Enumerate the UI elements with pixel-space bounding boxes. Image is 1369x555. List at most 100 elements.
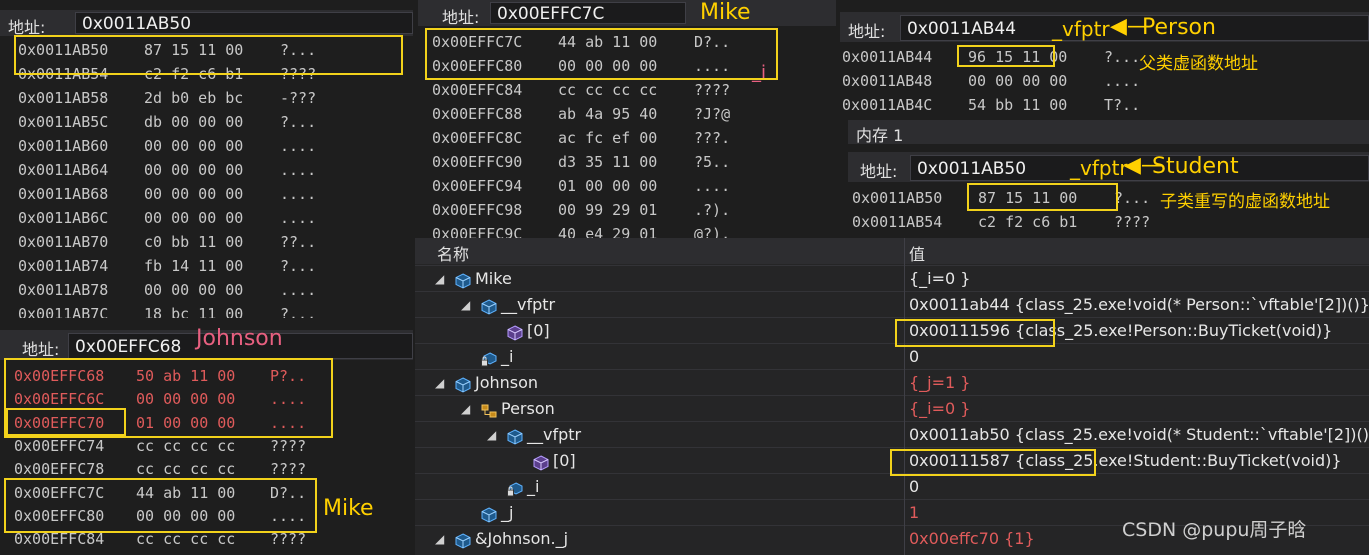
memory-ascii: @?). (694, 225, 731, 238)
memory-ascii: ?... (280, 305, 317, 318)
column-value-header[interactable]: 值 (909, 241, 925, 265)
expand-toggle-icon[interactable]: ◢ (435, 266, 444, 292)
watch-item-value[interactable]: 0 (909, 344, 919, 370)
watch-row[interactable]: ◢ Johnson {_j=1 } (415, 369, 1369, 396)
memory-row: 0x0011AB54 c2 f2 c6 b1???? (848, 210, 1369, 234)
address-input[interactable]: 0x0011AB50 (75, 12, 413, 34)
memory-ascii: T?.. (1104, 96, 1141, 114)
watch-item-value[interactable]: {_j=1 } (909, 370, 970, 396)
memory-row: 0x0011AB48 00 00 00 00.... (840, 69, 1369, 93)
memory-ascii: .... (280, 161, 317, 179)
memory-row: 0x0011AB64 00 00 00 00.... (0, 158, 413, 182)
object-icon (455, 271, 471, 289)
address-input[interactable]: 0x00EFFC7C (490, 2, 686, 24)
highlight-box (967, 183, 1118, 211)
memory-address: 0x00EFFC98 (432, 201, 523, 219)
memory-row: 0x0011AB74 fb 14 11 00?... (0, 254, 413, 278)
memory-address: 0x0011AB78 (18, 281, 109, 299)
watch-item-name: Person (501, 399, 555, 418)
private-field-icon (507, 479, 523, 497)
watch-item-name: [0] (553, 451, 576, 470)
watch-row[interactable]: _i 0 (415, 343, 1369, 370)
memory-ascii: ???? (694, 81, 731, 99)
watch-item-value[interactable]: 0 (909, 474, 919, 500)
memory-ascii: .?). (694, 201, 731, 219)
memory-ascii: .... (1104, 72, 1141, 90)
highlight-box (890, 449, 1096, 476)
memory-address: 0x0011AB7C (18, 305, 109, 318)
panel-title-bar: 内存 1 (848, 120, 1369, 145)
memory-address: 0x0011AB48 (842, 72, 933, 90)
watch-item-name: &Johnson._j (475, 529, 569, 548)
memory-row: 0x0011AB78 00 00 00 00.... (0, 278, 413, 302)
memory-row: 0x0011AB4C 54 bb 11 00 T?.. (840, 93, 1369, 117)
memory-address: 0x00EFFC90 (432, 153, 523, 171)
watch-item-value[interactable]: 0x0011ab44 {class_25.exe!void(* Person::… (909, 292, 1369, 318)
watch-item-value[interactable]: {_i=0 } (909, 266, 970, 292)
watch-item-value[interactable]: 0x0011ab50 {class_25.exe!void(* Student:… (909, 422, 1369, 448)
expand-toggle-icon[interactable]: ◢ (461, 396, 470, 422)
expand-toggle-icon[interactable]: ◢ (435, 526, 444, 552)
memory-bytes: 00 00 00 00 (144, 185, 244, 203)
watch-panel: 名称 值 ◢ Mike {_i=0 } ◢ __vfptr 0x0011ab44 {cla… (415, 238, 1369, 555)
object-icon (481, 297, 497, 315)
watch-item-value[interactable]: 1 (909, 500, 919, 526)
memory-ascii: .... (280, 185, 317, 203)
memory-ascii: ???? (1114, 213, 1151, 231)
memory-bytes: ac fc ef 00 (558, 129, 658, 147)
memory-row: 0x00EFFC84 cc cc cc cc???? (418, 78, 836, 102)
memory-bytes: 00 00 00 00 (144, 161, 244, 179)
watch-row[interactable]: ◢ Person {_i=0 } (415, 395, 1369, 422)
memory-row: 0x00EFFC88 ab 4a 95 40 ?J?@ (418, 102, 836, 126)
address-bar: 地址: 0x00EFFC7C (418, 0, 836, 27)
expand-toggle-icon[interactable]: ◢ (435, 370, 444, 396)
memory-bytes: 00 00 00 00 (144, 209, 244, 227)
watermark: CSDN @pupu周子晗 (1122, 519, 1307, 541)
annotation-parent-vfunc: 父类虚函数地址 (1139, 54, 1258, 74)
memory-ascii: ?J?@ (694, 105, 731, 123)
memory-row: 0x0011AB70 c0 bb 11 00??.. (0, 230, 413, 254)
memory-address: 0x0011AB58 (18, 89, 109, 107)
watch-row[interactable]: [0] 0x00111596 {class_25.exe!Person::BuyT… (415, 317, 1369, 344)
private-field-icon (481, 349, 497, 367)
watch-item-value[interactable]: {_i=0 } (909, 396, 970, 422)
column-name-header[interactable]: 名称 (437, 241, 469, 265)
highlight-box (6, 408, 126, 436)
memory-ascii: ?... (1104, 48, 1141, 66)
panel-title: 内存 1 (856, 126, 904, 145)
watch-item-name: __vfptr (501, 295, 556, 314)
watch-row[interactable]: ◢ Mike {_i=0 } (415, 265, 1369, 292)
memory-bytes: d3 35 11 00 (558, 153, 658, 171)
memory-bytes: 01 00 00 00 (558, 177, 658, 195)
base-class-icon (481, 401, 497, 418)
memory-ascii: ?... (1114, 189, 1151, 207)
memory-row: 0x00EFFC94 01 00 00 00.... (418, 174, 836, 198)
memory-address: 0x0011AB4C (842, 96, 933, 114)
memory-ascii: .... (694, 177, 731, 195)
memory-ascii: .... (280, 137, 317, 155)
memory-bytes: c0 bb 11 00 (144, 233, 244, 251)
expand-toggle-icon[interactable]: ◢ (487, 422, 496, 448)
watch-item-name: _j (501, 503, 514, 522)
expand-toggle-icon[interactable]: ◢ (461, 292, 470, 318)
watch-item-value[interactable]: 0x00effc70 {1} (909, 526, 1035, 552)
watch-item-name: _i (501, 347, 514, 366)
memory-address: 0x0011AB60 (18, 137, 109, 155)
column-divider[interactable] (904, 238, 905, 555)
memory-row: 0x0011AB7C 18 bc 11 00?... (0, 302, 413, 318)
watch-row[interactable]: _i 0 (415, 473, 1369, 500)
memory-row: 0x00EFFC90 d3 35 11 00 ?5.. (418, 150, 836, 174)
memory-row: 0x00EFFC8C ac fc ef 00???. (418, 126, 836, 150)
watch-header: 名称 值 (415, 238, 1369, 264)
memory-address: 0x00EFFC9C (432, 225, 523, 238)
annotation-johnson: Johnson (196, 326, 283, 351)
address-label: 地址: (860, 162, 898, 181)
annotation-child-vfunc: 子类重写的虚函数地址 (1160, 192, 1330, 212)
memory-address: 0x0011AB68 (18, 185, 109, 203)
watch-row[interactable]: ◢ __vfptr 0x0011ab50 {class_25.exe!void(* … (415, 421, 1369, 448)
watch-row[interactable]: ◢ __vfptr 0x0011ab44 {class_25.exe!void(* … (415, 291, 1369, 318)
memory-bytes: fb 14 11 00 (144, 257, 244, 275)
memory-address: 0x0011AB6C (18, 209, 109, 227)
memory-address: 0x0011AB64 (18, 161, 109, 179)
highlight-box (4, 478, 317, 533)
